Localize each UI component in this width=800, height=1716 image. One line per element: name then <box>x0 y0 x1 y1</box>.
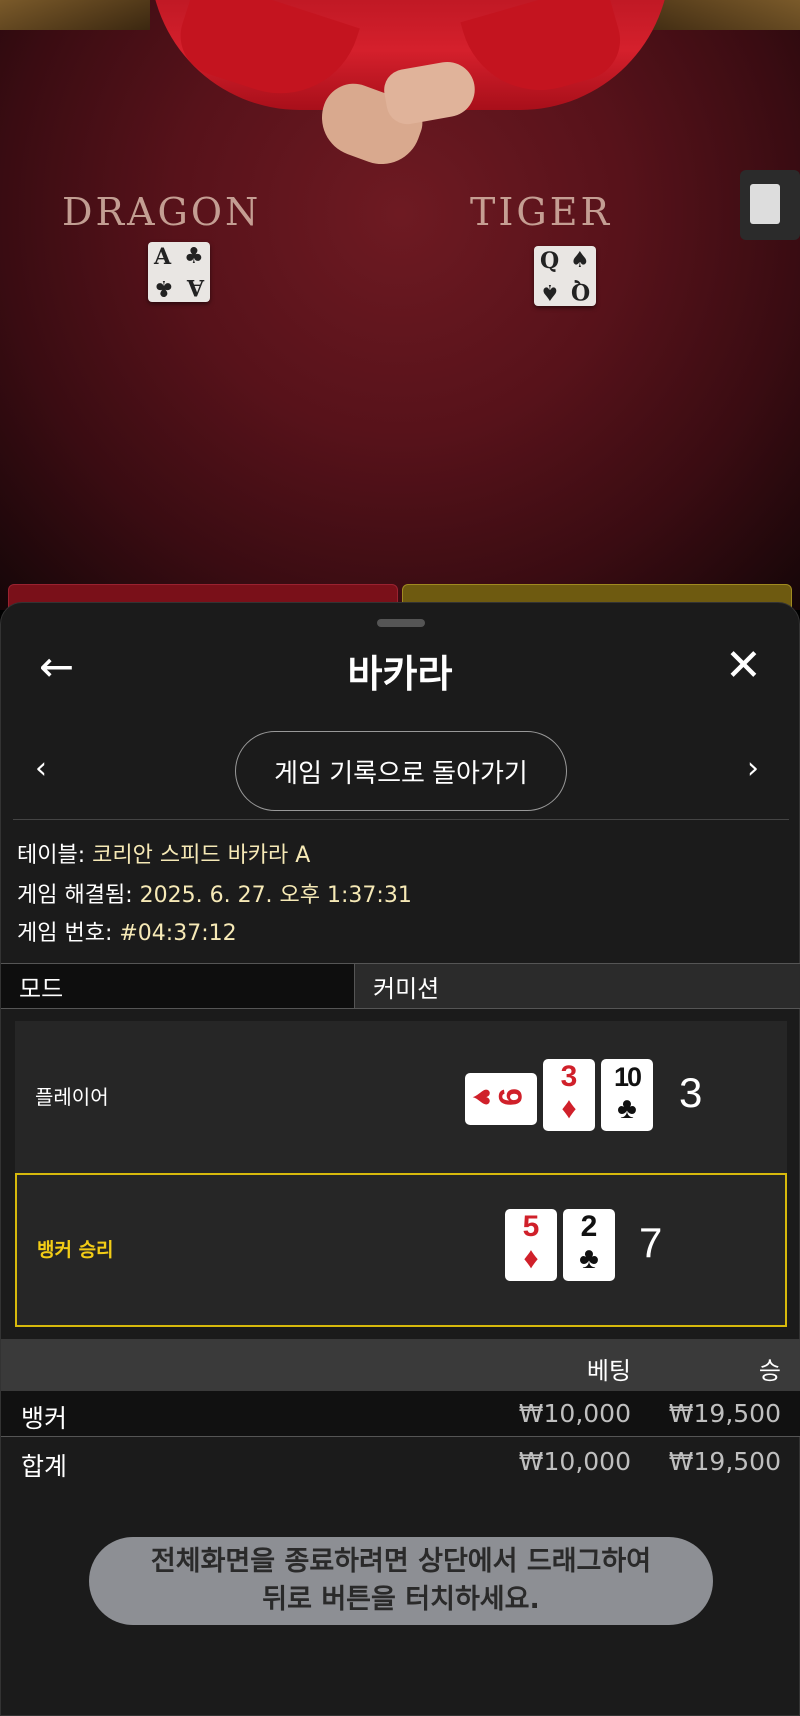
player-result: 플레이어 9 ♥ 3 ♦ 10 ♣ 3 <box>15 1021 787 1175</box>
tiger-label: TIGER <box>470 190 613 234</box>
playing-card: 10 ♣ <box>601 1059 653 1131</box>
back-to-history-button[interactable]: 게임 기록으로 돌아가기 <box>235 731 567 811</box>
drag-handle[interactable] <box>377 619 425 627</box>
close-icon[interactable]: ✕ <box>725 644 762 688</box>
game-detail-sheet: ← 바카라 ✕ ‹ 게임 기록으로 돌아가기 › 테이블: 코리안 스피드 바카… <box>0 602 800 1716</box>
playing-card: 2 ♣ <box>563 1209 615 1281</box>
playing-card: 9 ♥ <box>465 1073 537 1125</box>
card-shoe <box>740 170 800 240</box>
dragon-card: A ♣ ♣ A <box>148 242 210 302</box>
playing-card: 3 ♦ <box>543 1059 595 1131</box>
banker-score: 7 <box>639 1219 663 1266</box>
total-win-amount: ₩19,500 <box>668 1447 781 1476</box>
player-label: 플레이어 <box>35 1085 109 1109</box>
bet-type: 뱅커 <box>21 1404 68 1433</box>
total-bet-amount: ₩10,000 <box>518 1447 631 1476</box>
mode-value: 커미션 <box>355 964 800 1008</box>
win-column-header: 승 <box>758 1357 781 1385</box>
table-row: 합계 ₩10,000 ₩19,500 <box>1 1439 800 1485</box>
table-row: 뱅커 ₩10,000 ₩19,500 <box>1 1391 800 1437</box>
fullscreen-exit-toast: 전체화면을 종료하려면 상단에서 드래그하여 뒤로 버튼을 터치하세요. <box>89 1537 713 1625</box>
banker-result: 뱅커 승리 5 ♦ 2 ♣ 7 <box>15 1173 787 1327</box>
bet-amount: ₩10,000 <box>518 1399 631 1428</box>
table-rim <box>0 0 150 30</box>
mode-label: 모드 <box>1 964 355 1008</box>
banker-win-label: 뱅커 승리 <box>37 1239 114 1261</box>
playing-card: 5 ♦ <box>505 1209 557 1281</box>
game-number-info: 게임 번호: #04:37:12 <box>17 921 237 946</box>
bets-table-header: 베팅 승 <box>1 1339 800 1391</box>
chevron-right-icon[interactable]: › <box>747 751 759 786</box>
player-score: 3 <box>679 1069 703 1116</box>
live-video-feed: DRAGON TIGER A ♣ ♣ A Q ♠ ♠ Q <box>0 0 800 610</box>
page-title: 바카라 <box>347 652 453 696</box>
table-info: 테이블: 코리안 스피드 바카라 A <box>17 843 311 868</box>
total-label: 합계 <box>21 1452 68 1481</box>
tiger-card: Q ♠ ♠ Q <box>534 246 596 306</box>
mode-row: 모드 커미션 <box>1 963 800 1009</box>
divider <box>13 819 789 820</box>
resolved-info: 게임 해결됨: 2025. 6. 27. 오후 1:37:31 <box>17 883 412 908</box>
dragon-label: DRAGON <box>62 190 262 234</box>
chevron-left-icon[interactable]: ‹ <box>35 751 47 786</box>
bet-column-header: 베팅 <box>586 1357 631 1385</box>
win-amount: ₩19,500 <box>668 1399 781 1428</box>
